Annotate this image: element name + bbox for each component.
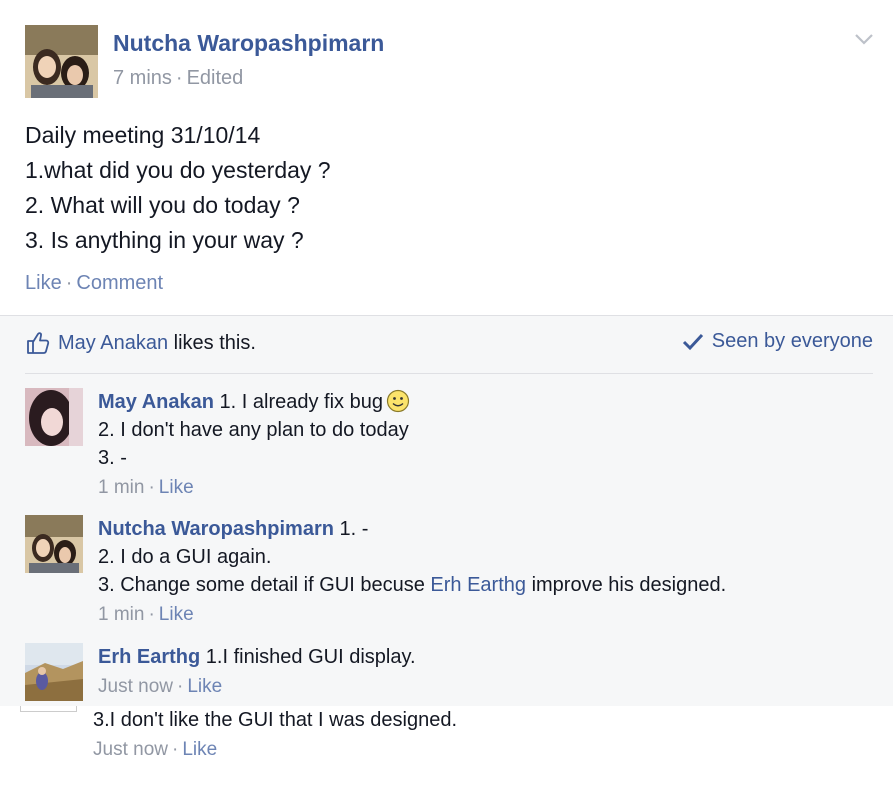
divider [25,373,873,374]
post-line: Daily meeting 31/10/14 [25,122,261,148]
comment-meta: 1 min · Like [98,474,410,502]
comment-line: 3.I don't like the GUI that I was design… [93,709,458,731]
meta-separator: · [171,739,179,760]
post-edited-label[interactable]: Edited [187,67,244,89]
comment-timestamp[interactable]: Just now [93,739,168,760]
comment-timestamp[interactable]: 1 min [98,604,144,625]
comment-line: 2. I do a GUI again. [98,546,272,568]
comment-body: May Anakan 1. I already fix bug 2. I don… [98,388,410,502]
seen-indicator[interactable]: Seen by everyone [682,330,873,353]
comment-meta: 1 min · Like [98,601,726,629]
action-separator: · [65,272,73,294]
comment-line: 2. I don't have any plan to do today [98,419,409,441]
comment-author[interactable]: Nutcha Waropashpimarn [98,518,334,540]
post-meta: 7 mins · Edited [113,67,243,90]
like-link[interactable]: Like [25,272,62,294]
comment-timestamp[interactable]: Just now [98,676,173,697]
smiley-emoji-icon [386,389,410,413]
post-body: Daily meeting 31/10/14 1.what did you do… [25,118,331,258]
comment-link[interactable]: Comment [76,272,163,294]
comment-body: Erh Earthg 1.I finished GUI display. Jus… [98,643,416,701]
mention-link[interactable]: Erh Earthg [430,574,526,596]
comment-meta: Just now · Like [98,673,416,701]
likes-text: likes this. [168,331,256,354]
comment-line: 3. - [98,447,127,469]
meta-separator: · [148,477,155,498]
comment-text: 1.I finished GUI display. [200,646,416,668]
post-line: 3. Is anything in your way ? [25,227,304,253]
comment-like-link[interactable]: Like [159,604,194,625]
author-avatar[interactable] [25,25,98,98]
comment-author[interactable]: Erh Earthg [98,646,200,668]
seen-label: Seen by everyone [711,330,873,352]
post-timestamp[interactable]: 7 mins [113,67,172,89]
comment-text: 3. Change some detail if GUI becuse [98,574,431,596]
comment-like-link[interactable]: Like [182,739,217,760]
comment-author[interactable]: May Anakan [98,391,214,413]
liker-name[interactable]: May Anakan [58,332,168,355]
post-card: Nutcha Waropashpimarn 7 mins · Edited Dail… [0,0,893,316]
checkmark-icon [682,333,703,350]
likes-summary: May Anakan likes this. [25,330,256,356]
comment-text: improve his designed. [526,574,727,596]
cropped-avatar [20,706,77,712]
comment-timestamp[interactable]: 1 min [98,477,144,498]
meta-separator: · [148,604,155,625]
comment-like-link[interactable]: Like [187,676,222,697]
post-author-name[interactable]: Nutcha Waropashpimarn [113,30,384,57]
post-line: 1.what did you do yesterday ? [25,157,331,183]
comment-like-link[interactable]: Like [159,477,194,498]
comment-text: 1. - [333,518,369,540]
commenter-avatar[interactable] [25,643,83,701]
meta-separator: · [176,676,184,697]
post-actions: Like · Comment [25,272,163,295]
commenter-avatar[interactable] [25,515,83,573]
comment-text: 1. I already fix bug [213,391,383,413]
cropped-comment-body: 3.I don't like the GUI that I was design… [93,706,457,764]
meta-separator: · [175,67,183,89]
thumbs-up-icon [27,332,50,354]
commenter-avatar[interactable] [25,388,83,446]
post-line: 2. What will you do today ? [25,192,300,218]
chevron-down-icon[interactable] [853,28,875,50]
comment-meta: Just now · Like [93,736,457,764]
comment-body: Nutcha Waropashpimarn 1. - 2. I do a GUI… [98,515,726,629]
